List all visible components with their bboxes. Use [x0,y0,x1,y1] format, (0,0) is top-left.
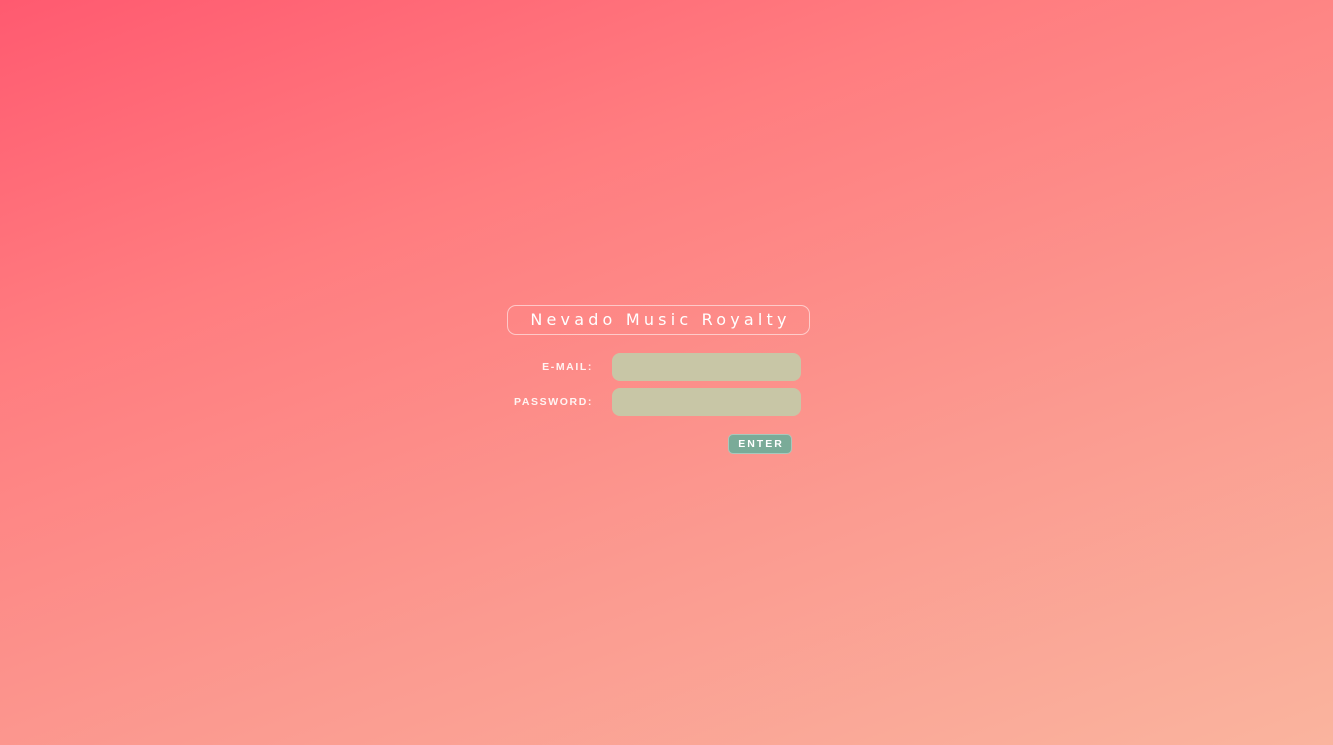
email-label: E-MAIL: [542,361,593,373]
password-row: PASSWORD: [507,388,810,416]
password-label: PASSWORD: [514,396,593,408]
brand-title: Nevado Music Royalty [507,305,810,335]
enter-button[interactable]: ENTER [728,434,792,454]
email-input[interactable] [612,353,801,381]
login-form: Nevado Music Royalty E-MAIL: PASSWORD: E… [507,305,810,454]
email-row: E-MAIL: [507,353,810,381]
password-input[interactable] [612,388,801,416]
